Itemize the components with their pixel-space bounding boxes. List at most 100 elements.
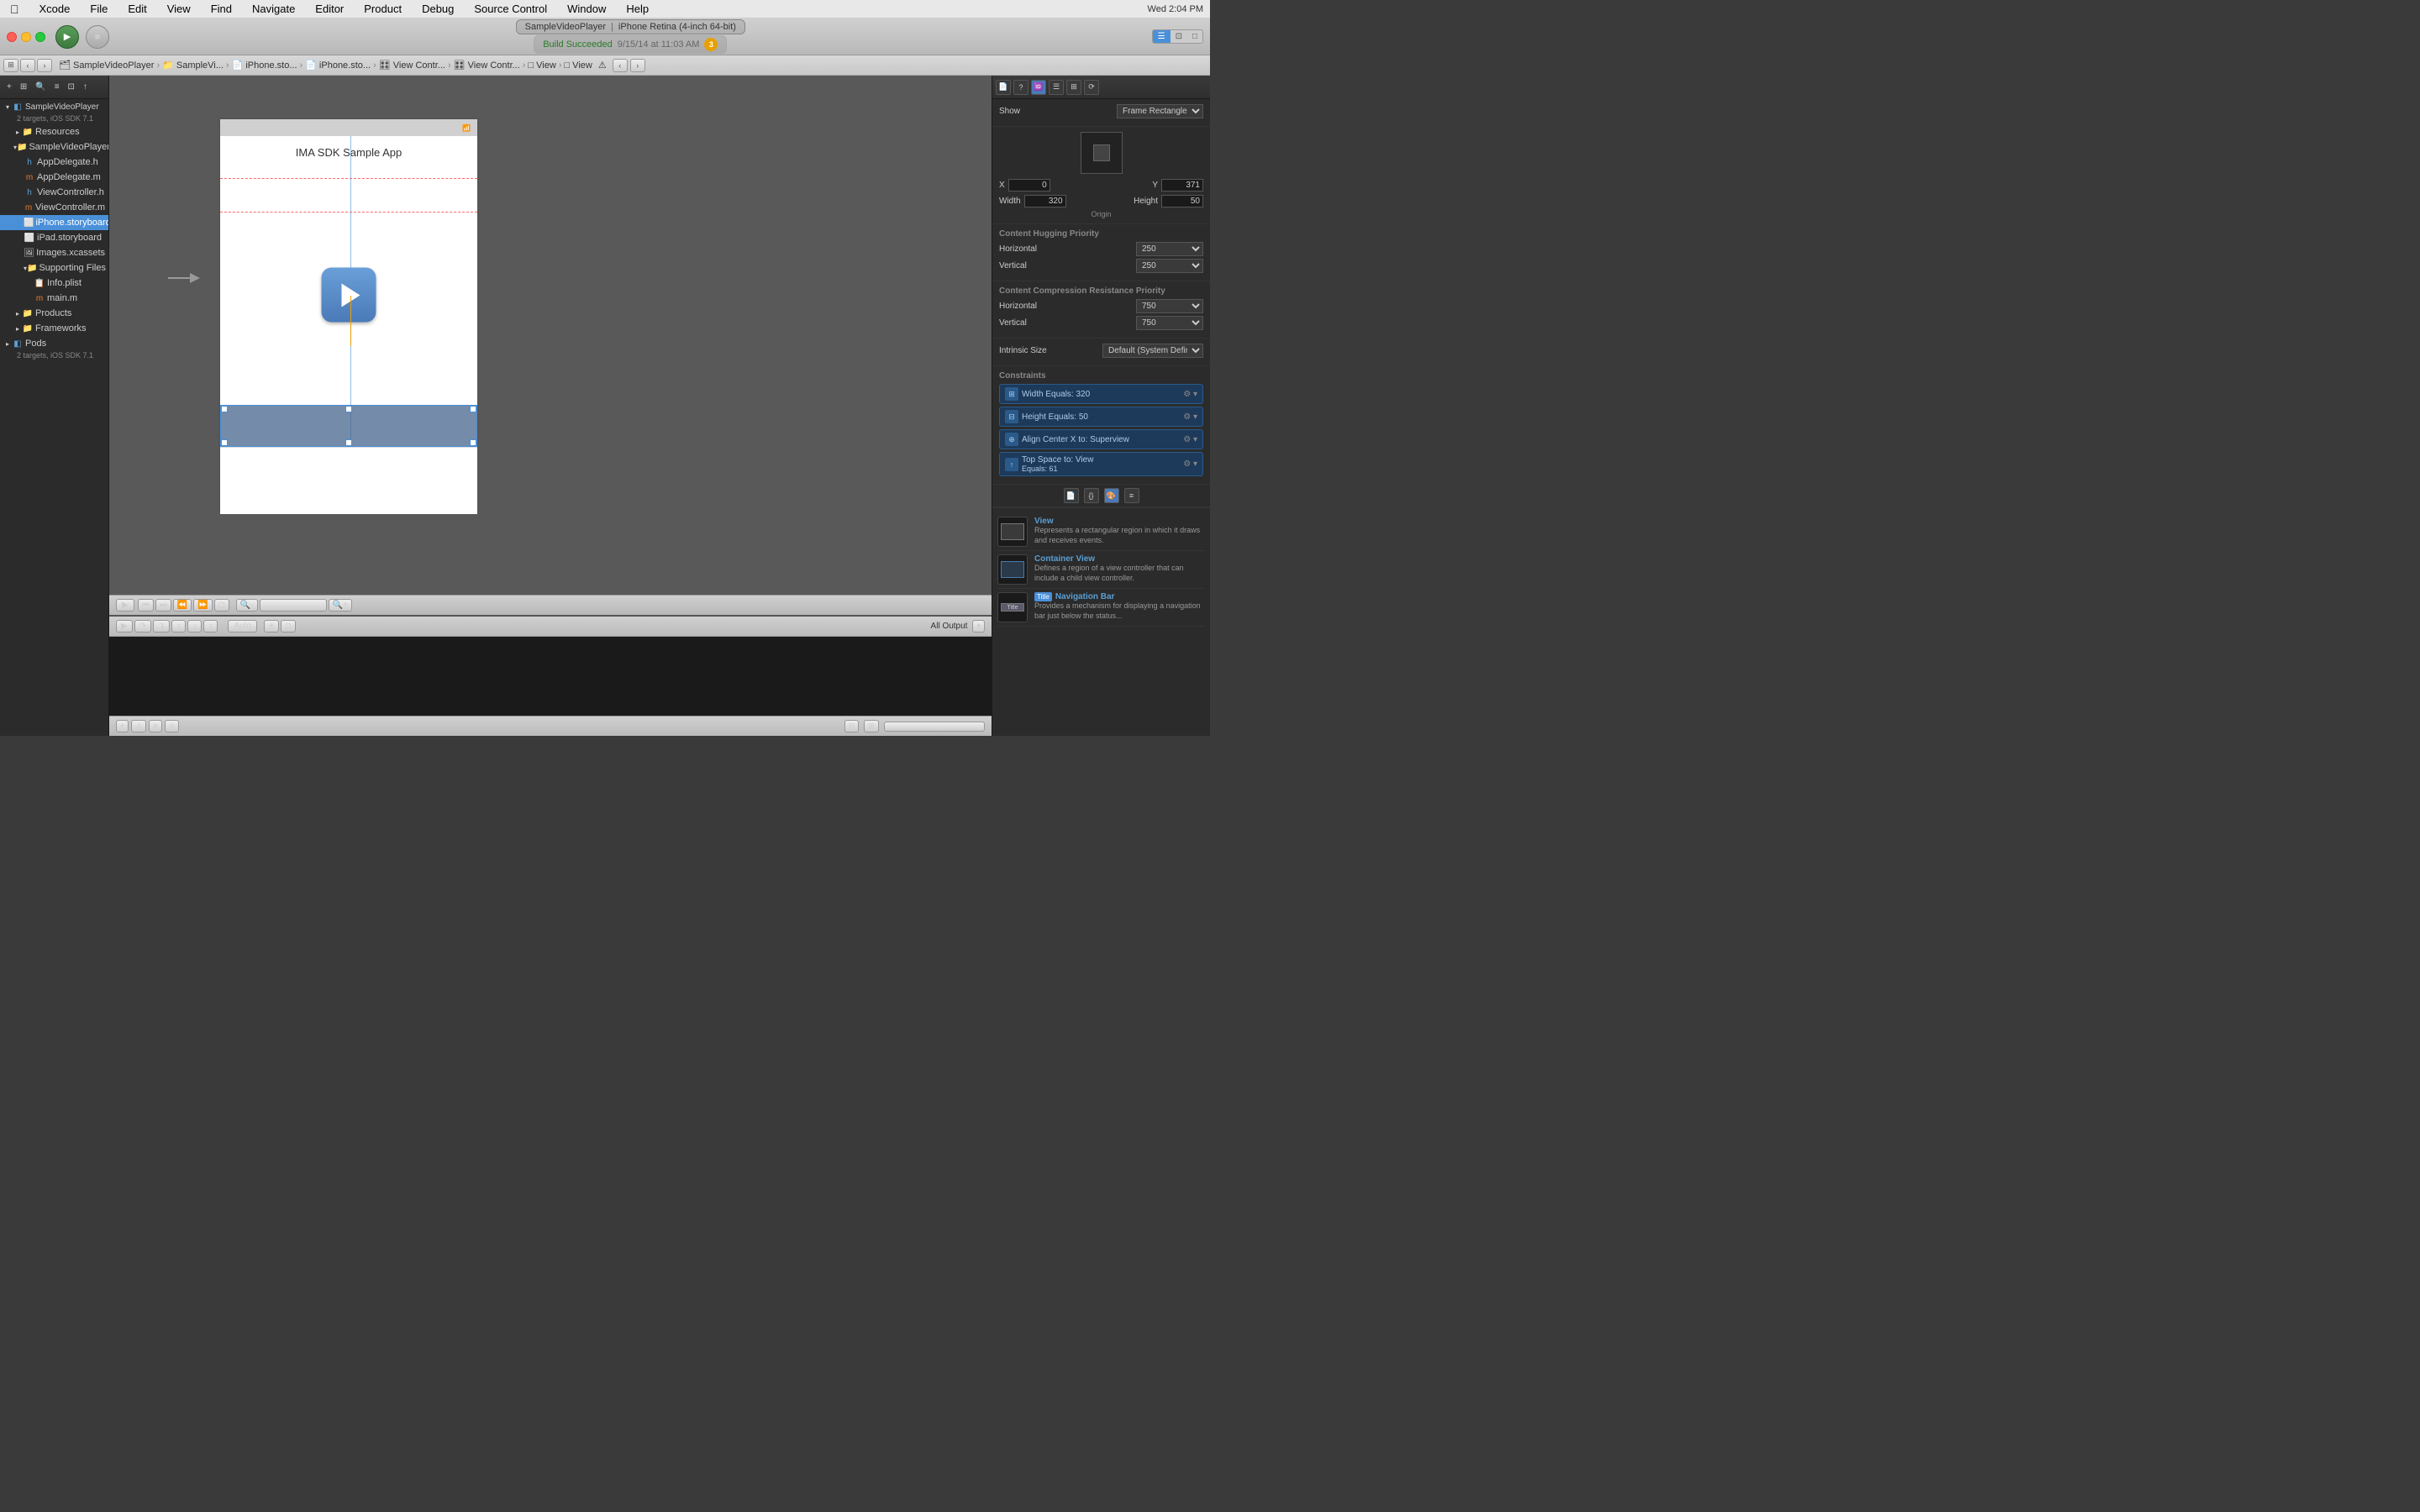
height-input[interactable]: [1161, 195, 1203, 207]
inspector-size-btn[interactable]: ⊞: [1066, 80, 1081, 95]
breadcrumb-1[interactable]: 🗂 SampleVideoPlayer: [59, 60, 154, 71]
sidebar-scm-btn[interactable]: ↑: [80, 81, 91, 93]
x-input[interactable]: [1008, 179, 1050, 192]
handle-tc[interactable]: [345, 406, 352, 412]
product-menu[interactable]: Product: [360, 3, 405, 15]
constraint-centerx-gear[interactable]: ⚙ ▾: [1183, 435, 1197, 444]
debug-btn-step-out[interactable]: ↑: [171, 620, 186, 633]
play-button[interactable]: [322, 268, 376, 323]
handle-bc[interactable]: [345, 439, 352, 446]
sidebar-item-svp-folder[interactable]: ▾ 📁 SampleVideoPlayer: [0, 139, 108, 155]
y-input[interactable]: [1161, 179, 1203, 192]
status-add-btn[interactable]: +: [116, 720, 129, 732]
source-control-menu[interactable]: Source Control: [471, 3, 550, 15]
right-file-icon[interactable]: 📄: [1064, 488, 1079, 503]
debug-view-btn1[interactable]: ☀: [264, 620, 279, 633]
inspector-attr-btn[interactable]: ☰: [1049, 80, 1064, 95]
sidebar-item-supporting[interactable]: ▾ 📁 Supporting Files: [0, 260, 108, 276]
sidebar-item-resources[interactable]: ▸ 📁 Resources: [0, 124, 108, 139]
inspector-connections-btn[interactable]: ⟳: [1084, 80, 1099, 95]
playback-btn-4[interactable]: ⏩: [193, 599, 212, 612]
status-right-btn1[interactable]: ⊟: [844, 720, 860, 732]
search-bar[interactable]: [884, 722, 985, 732]
output-dropdown[interactable]: ▾: [972, 620, 985, 633]
xcode-menu[interactable]: Xcode: [36, 3, 74, 15]
view-debug-btn[interactable]: ⊡: [1171, 30, 1187, 43]
nav-forward-btn[interactable]: ›: [37, 59, 52, 72]
playback-btn-3[interactable]: ⏪: [173, 599, 192, 612]
sidebar-add-btn[interactable]: +: [3, 81, 15, 93]
sidebar-hierarchy-btn[interactable]: ⊡: [65, 81, 78, 93]
handle-br[interactable]: [470, 439, 476, 446]
sidebar-item-images[interactable]: 🖼 Images.xcassets: [0, 245, 108, 260]
sidebar-item-ipad-storyboard[interactable]: ⬜ iPad.storyboard: [0, 230, 108, 245]
sidebar-item-appdelegate-h[interactable]: h AppDelegate.h: [0, 155, 108, 170]
status-error-btn[interactable]: ⚠: [131, 720, 146, 732]
breadcrumb-6[interactable]: 🎛 View Contr...: [454, 60, 520, 71]
ccr-vertical-dropdown[interactable]: 750: [1136, 316, 1203, 330]
inspector-quick-btn[interactable]: ?: [1013, 80, 1028, 95]
sidebar-item-frameworks[interactable]: ▸ 📁 Frameworks: [0, 321, 108, 336]
ch-horizontal-dropdown[interactable]: 250: [1136, 242, 1203, 256]
debug-btn-step-in[interactable]: ↴: [153, 620, 170, 633]
nav-grid-btn[interactable]: ⊞: [3, 59, 18, 72]
zoom-out-btn[interactable]: 🔍-: [236, 599, 258, 612]
sidebar-item-viewcontroller-m[interactable]: m ViewController.m: [0, 200, 108, 215]
view-menu[interactable]: View: [164, 3, 194, 15]
scheme-selector[interactable]: SampleVideoPlayer | iPhone Retina (4-inc…: [516, 19, 745, 34]
breadcrumb-8[interactable]: □ View: [564, 60, 592, 71]
navigate-menu[interactable]: Navigate: [249, 3, 298, 15]
sidebar-item-mainm[interactable]: m main.m: [0, 291, 108, 306]
debug-menu[interactable]: Debug: [418, 3, 457, 15]
breadcrumb-nav-right[interactable]: ›: [630, 59, 645, 72]
ch-vertical-dropdown[interactable]: 250: [1136, 259, 1203, 273]
sidebar-item-infoplist[interactable]: 📋 Info.plist: [0, 276, 108, 291]
stop-button[interactable]: ■: [86, 25, 109, 49]
right-list-icon[interactable]: ≡: [1124, 488, 1139, 503]
breadcrumb-4[interactable]: 📄 iPhone.sto...: [305, 60, 371, 71]
handle-tr[interactable]: [470, 406, 476, 412]
run-button[interactable]: ▶: [55, 25, 79, 49]
file-menu[interactable]: File: [87, 3, 111, 15]
play-state-btn[interactable]: ▶: [116, 599, 134, 612]
sidebar-item-iphone-storyboard[interactable]: ⬜ iPhone.storyboard M: [0, 215, 108, 230]
sidebar-sort-btn[interactable]: ≡: [51, 81, 63, 93]
auto-select[interactable]: Auto: [228, 620, 257, 633]
sidebar-item-pods[interactable]: ▸ ◧ Pods: [0, 336, 108, 351]
help-menu[interactable]: Help: [623, 3, 652, 15]
debug-btn-down[interactable]: ↓: [187, 620, 202, 633]
view-navigator-btn[interactable]: ☰: [1153, 30, 1171, 43]
sidebar-search-btn[interactable]: 🔍: [32, 81, 49, 93]
sidebar-filter-btn[interactable]: ⊞: [17, 81, 30, 93]
handle-tl[interactable]: [221, 406, 228, 412]
breadcrumb-7[interactable]: □ View: [528, 60, 555, 71]
breadcrumb-3[interactable]: 📄 iPhone.sto...: [232, 60, 297, 71]
ccr-horizontal-dropdown[interactable]: 750: [1136, 299, 1203, 313]
window-menu[interactable]: Window: [564, 3, 609, 15]
playback-btn-1[interactable]: ⏮: [138, 599, 154, 612]
sidebar-item-appdelegate-m[interactable]: m AppDelegate.m: [0, 170, 108, 185]
inspector-identity-btn[interactable]: 🆔: [1031, 80, 1046, 95]
window-minimize[interactable]: [21, 32, 31, 42]
zoom-in-btn[interactable]: 🔍+: [329, 599, 352, 612]
playback-btn-5[interactable]: ◻: [214, 599, 229, 612]
sidebar-item-viewcontroller-h[interactable]: h ViewController.h: [0, 185, 108, 200]
constraint-topspace-gear[interactable]: ⚙ ▾: [1183, 459, 1197, 469]
playback-btn-2[interactable]: ⏭: [155, 599, 171, 612]
breadcrumb-nav-left[interactable]: ‹: [613, 59, 628, 72]
view-utilities-btn[interactable]: □: [1187, 30, 1202, 43]
right-attr-icon[interactable]: 🎨: [1104, 488, 1119, 503]
status-location-btn[interactable]: ◎: [165, 720, 180, 732]
nav-back-btn[interactable]: ‹: [20, 59, 35, 72]
find-menu[interactable]: Find: [208, 3, 235, 15]
width-input[interactable]: [1024, 195, 1066, 207]
apple-menu[interactable]: : [7, 3, 23, 16]
window-zoom[interactable]: [35, 32, 45, 42]
debug-btn-up[interactable]: ↑: [203, 620, 218, 633]
handle-bl[interactable]: [221, 439, 228, 446]
canvas-area[interactable]: 📶 IMA SDK Sample App: [109, 76, 992, 615]
debug-view-btn2[interactable]: ⊡: [281, 620, 296, 633]
status-console-btn[interactable]: ≡: [149, 720, 161, 732]
intrinsic-dropdown[interactable]: Default (System Defined): [1102, 344, 1203, 358]
debug-btn-step-over[interactable]: ↷: [134, 620, 151, 633]
